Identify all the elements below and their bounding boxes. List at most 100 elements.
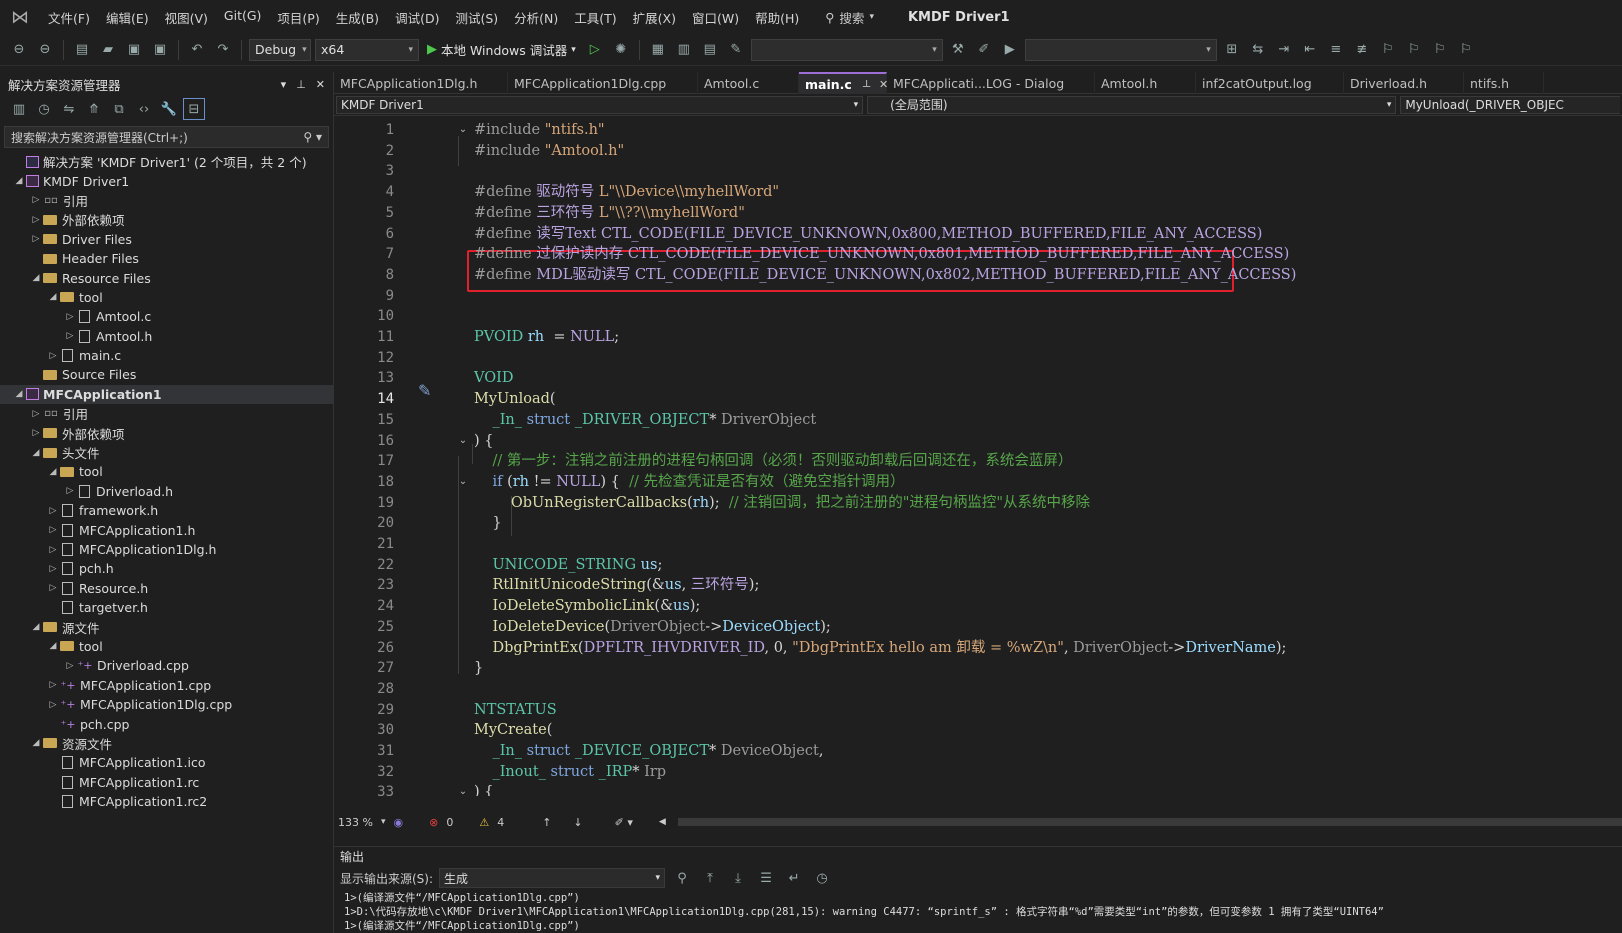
expand-toggle-icon[interactable]: ◢ [29, 738, 43, 748]
comment-icon[interactable]: ▤ [699, 39, 721, 61]
code-view-icon[interactable]: ‹› [133, 98, 155, 120]
output-source-select[interactable]: 生成 ▾ [439, 868, 666, 888]
timestamp-icon[interactable]: ◷ [811, 867, 833, 889]
menu-item[interactable]: 测试(S) [447, 8, 506, 27]
expand-toggle-icon[interactable]: ▷ [46, 700, 60, 710]
expand-toggle-icon[interactable]: ▷ [63, 486, 77, 496]
scope-nav-select[interactable]: (全局范围) ▾ [867, 95, 1397, 114]
collapse-all-icon[interactable]: ⤊ [83, 98, 105, 120]
tree-item[interactable]: ▷ ▫▫ 引用 [0, 191, 333, 210]
menu-item[interactable]: 扩展(X) [625, 8, 684, 27]
tree-item[interactable]: ▷ ▫▫ 引用 [0, 404, 333, 423]
tree-item[interactable]: MFCApplication1.ico [0, 753, 333, 772]
platform-select[interactable]: x64 ▾ [315, 38, 419, 61]
tree-item[interactable]: ▷ ⁺+ MFCApplication1Dlg.cpp [0, 695, 333, 714]
tree-item[interactable]: ▷ ⁺+ MFCApplication1.cpp [0, 676, 333, 695]
tree-item[interactable]: ▷ Resource.h [0, 579, 333, 598]
expand-toggle-icon[interactable]: ▷ [46, 351, 60, 361]
hierarchy-icon[interactable]: ⊞ [1221, 39, 1243, 61]
tree-item[interactable]: ▷ Driver Files [0, 230, 333, 249]
expand-toggle-icon[interactable]: ▷ [63, 661, 77, 671]
menu-item[interactable]: 文件(F) [40, 8, 98, 27]
error-count[interactable]: 0 [446, 816, 453, 829]
undo-icon[interactable]: ↶ [186, 39, 208, 61]
target-combo[interactable]: ▾ [1024, 38, 1217, 61]
expand-toggle-icon[interactable]: ◢ [46, 467, 60, 477]
save-icon[interactable]: ▣ [123, 39, 145, 61]
format-icon[interactable]: ⇆ [1247, 39, 1269, 61]
tree-item[interactable]: ▷ 外部依赖项 [0, 423, 333, 442]
tree-item[interactable]: ▷ Driverload.h [0, 482, 333, 501]
prev-bookmark-icon[interactable]: ⚐ [1403, 39, 1425, 61]
expand-toggle-icon[interactable]: ◢ [29, 273, 43, 283]
tree-item[interactable]: ◢ 资源文件 [0, 734, 333, 753]
editor-tab[interactable]: Amtool.c [698, 72, 799, 94]
editor-tab[interactable]: MFCApplication1Dlg.cpp [508, 72, 698, 94]
expand-toggle-icon[interactable]: ◢ [46, 641, 60, 651]
prev-message-icon[interactable]: ⤒ [699, 867, 721, 889]
tree-item[interactable]: ▷ ⁺+ Driverload.cpp [0, 656, 333, 675]
zoom-level[interactable]: 133 % [338, 816, 373, 829]
expand-toggle-icon[interactable]: ▷ [63, 331, 77, 341]
editor-tab[interactable]: Driverload.h [1344, 72, 1464, 94]
show-all-files-icon[interactable]: ⧉ [108, 98, 130, 120]
back-icon[interactable]: ⊖ [8, 39, 30, 61]
expand-toggle-icon[interactable]: ◢ [46, 292, 60, 302]
save-all-icon[interactable]: ▣ [149, 39, 171, 61]
menu-item[interactable]: 视图(V) [157, 8, 216, 27]
solution-icon[interactable]: ▦ [647, 39, 669, 61]
tree-item[interactable]: ▷ Amtool.c [0, 307, 333, 326]
expand-toggle-icon[interactable]: ▷ [63, 312, 77, 322]
expand-toggle-icon[interactable]: ▷ [46, 506, 60, 516]
tree-item[interactable]: ◢ MFCApplication1 [0, 384, 333, 405]
expand-toggle-icon[interactable]: ▷ [29, 428, 43, 438]
tree-item[interactable]: ◢ 头文件 [0, 443, 333, 462]
start-without-debugging-icon[interactable]: ▷ [584, 39, 606, 61]
project-nav-select[interactable]: KMDF Driver1 ▾ [336, 95, 864, 114]
panel-menu-icon[interactable]: ▾ [281, 78, 287, 91]
tree-item[interactable]: ▷ 外部依赖项 [0, 210, 333, 229]
history-icon[interactable]: ◷ [33, 98, 55, 120]
member-nav-select[interactable]: MyUnload(_DRIVER_OBJEC [1400, 95, 1620, 114]
fold-toggle-icon[interactable]: ⌄ [456, 472, 470, 493]
word-wrap-icon[interactable]: ↵ [783, 867, 805, 889]
scroll-left-icon[interactable]: ◀ [659, 817, 666, 827]
expand-toggle-icon[interactable]: ▷ [46, 564, 60, 574]
brush-icon[interactable]: ✐ [973, 39, 995, 61]
pin-icon[interactable]: ⊥ [862, 79, 871, 90]
tree-item[interactable]: Source Files [0, 365, 333, 384]
tree-item[interactable]: ▷ framework.h [0, 501, 333, 520]
configuration-select[interactable]: Debug ▾ [249, 38, 311, 61]
properties-icon[interactable]: 🔧 [158, 98, 180, 120]
menu-item[interactable]: 帮助(H) [747, 8, 807, 27]
copilot-icon[interactable]: ◉ [393, 816, 403, 829]
new-project-icon[interactable]: ▤ [71, 39, 93, 61]
comment-lines-icon[interactable]: ≡ [1325, 39, 1347, 61]
solution-search-input[interactable]: 搜索解决方案资源管理器(Ctrl+;) ⚲ ▾ [4, 126, 329, 148]
uncomment-lines-icon[interactable]: ≢ [1351, 39, 1373, 61]
tree-item[interactable]: ◢ tool [0, 637, 333, 656]
tree-item[interactable]: ▷ MFCApplication1.h [0, 520, 333, 539]
editor-tab[interactable]: inf2catOutput.log [1196, 72, 1344, 94]
editor-tab[interactable]: main.c ⊥ ✕ [799, 72, 888, 94]
tree-item[interactable]: ▷ Amtool.h [0, 327, 333, 346]
menu-item[interactable]: 编辑(E) [98, 8, 157, 27]
expand-toggle-icon[interactable]: ▷ [29, 234, 43, 244]
tree-item[interactable]: ▷ MFCApplication1Dlg.h [0, 540, 333, 559]
expand-toggle-icon[interactable]: ▷ [46, 583, 60, 593]
code-text-area[interactable]: ✎ 1 ⌄ #include "ntifs.h" 2 #include "Amtool.… [334, 120, 1622, 796]
switch-view-icon[interactable]: ▥ [8, 98, 30, 120]
editor-tab[interactable]: ntifs.h [1464, 72, 1544, 94]
editor-tab[interactable]: Amtool.h [1095, 72, 1196, 94]
down-arrow-icon[interactable]: ↓ [573, 816, 582, 829]
tree-item[interactable]: 解决方案 'KMDF Driver1' (2 个项目，共 2 个) [0, 152, 333, 171]
tree-item[interactable]: MFCApplication1.rc [0, 773, 333, 792]
menu-item[interactable]: Git(G) [216, 8, 270, 27]
expand-toggle-icon[interactable]: ▷ [46, 525, 60, 535]
step-icon[interactable]: ▶ [999, 39, 1021, 61]
pin-icon[interactable]: ⊥ [296, 78, 306, 91]
menu-item[interactable]: 调试(D) [387, 8, 447, 27]
cleanup-icon[interactable]: ✐ ▾ [615, 816, 633, 829]
fold-toggle-icon[interactable]: ⌄ [456, 120, 470, 141]
start-debugging-button[interactable]: ▶ 本地 Windows 调试器 ▾ [423, 40, 580, 59]
